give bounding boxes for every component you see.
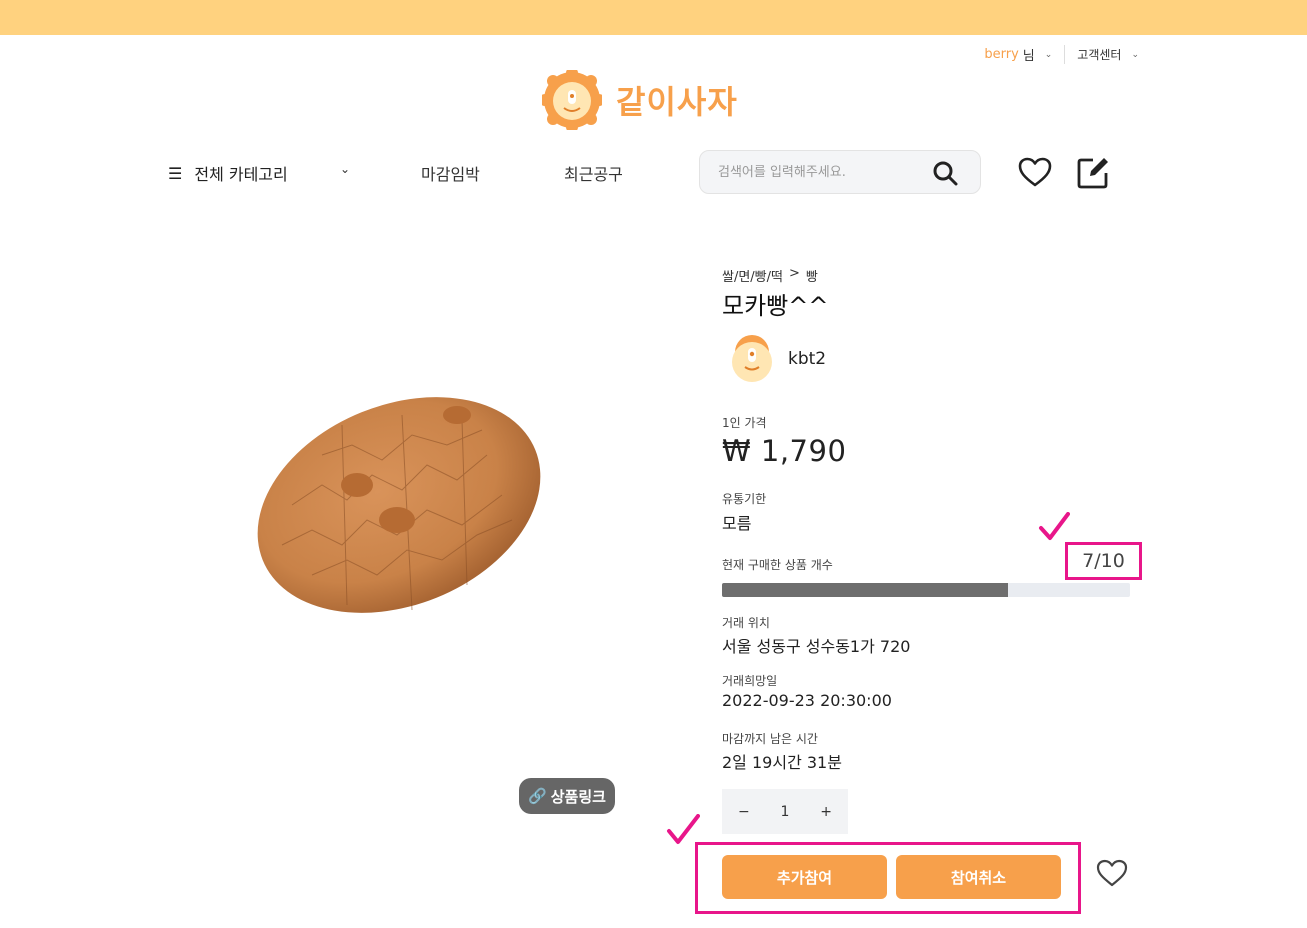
remaining-time-label: 마감까지 남은 시간 [722,732,818,746]
category-label: 전체 카테고리 [194,165,288,184]
cancel-participation-button[interactable]: 참여취소 [896,855,1061,899]
user-name: berry [984,47,1019,62]
product-link-label: 상품링크 [550,787,606,806]
purchase-count: 7/10 [1065,542,1142,580]
user-dropdown[interactable]: berry 님 ⌄ [984,45,1066,64]
expiry-value: 모름 [722,514,752,533]
lion-logo-icon [542,70,602,130]
join-button[interactable]: 추가참여 [722,855,887,899]
breadcrumb-parent[interactable]: 쌀/면/빵/떡 [722,266,783,285]
location-label: 거래 위치 [722,616,770,630]
search-icon[interactable] [932,160,958,186]
location-value: 서울 성동구 성수동1가 720 [722,637,911,656]
top-banner [0,0,1307,35]
link-icon: 🔗 [528,787,547,805]
purchase-progress-fill [722,583,1008,597]
product-title: 모카빵^^ [722,292,829,320]
avatar [732,335,772,382]
purchase-count-label: 현재 구매한 상품 개수 [722,558,833,572]
quantity-value: 1 [780,803,790,820]
checkmark-icon [1039,512,1070,540]
search-bar [699,150,981,194]
nav-deadline[interactable]: 마감임박 [421,161,480,185]
breadcrumb-separator: > [788,266,800,281]
user-suffix: 님 [1022,49,1035,64]
seller-profile[interactable]: kbt2 [730,334,826,384]
quantity-decrease-button[interactable]: − [738,804,750,820]
remaining-time-value: 2일 19시간 31분 [722,753,842,772]
price-value: ₩ 1,790 [722,434,847,468]
heart-icon[interactable] [1095,858,1129,888]
edit-icon[interactable] [1076,156,1110,190]
breadcrumb-child[interactable]: 빵 [806,266,818,285]
expiry-label: 유통기한 [722,492,767,506]
category-menu[interactable]: ☰ 전체 카테고리 ⌄ [168,161,350,185]
customer-center-label: 고객센터 [1077,48,1122,62]
heart-icon[interactable] [1018,157,1052,187]
logo-text: 같이사자 [616,83,738,121]
search-input[interactable] [718,164,918,180]
menu-icon: ☰ [168,163,183,183]
quantity-increase-button[interactable]: + [820,804,832,820]
product-link-button[interactable]: 🔗 상품링크 [519,778,615,814]
main-nav: ☰ 전체 카테고리 ⌄ 마감임박 최근공구 [168,150,1113,194]
purchase-progress-bar [722,583,1130,597]
chevron-down-icon: ⌄ [1131,49,1139,60]
product-image [257,397,541,613]
chevron-down-icon: ⌄ [340,162,351,176]
date-value: 2022-09-23 20:30:00 [722,691,892,710]
customer-center-dropdown[interactable]: 고객센터 ⌄ [1065,46,1139,63]
user-menu: berry 님 ⌄ 고객센터 ⌄ [984,45,1139,64]
nav-recent[interactable]: 최근공구 [564,161,623,185]
site-logo[interactable]: 같이사자 [542,70,738,130]
seller-name: kbt2 [788,349,827,369]
date-label: 거래희망일 [722,674,778,688]
quantity-stepper: − 1 + [722,789,848,834]
chevron-down-icon: ⌄ [1044,49,1053,60]
price-label: 1인 가격 [722,416,767,430]
breadcrumb: 쌀/면/빵/떡 > 빵 [722,266,818,285]
